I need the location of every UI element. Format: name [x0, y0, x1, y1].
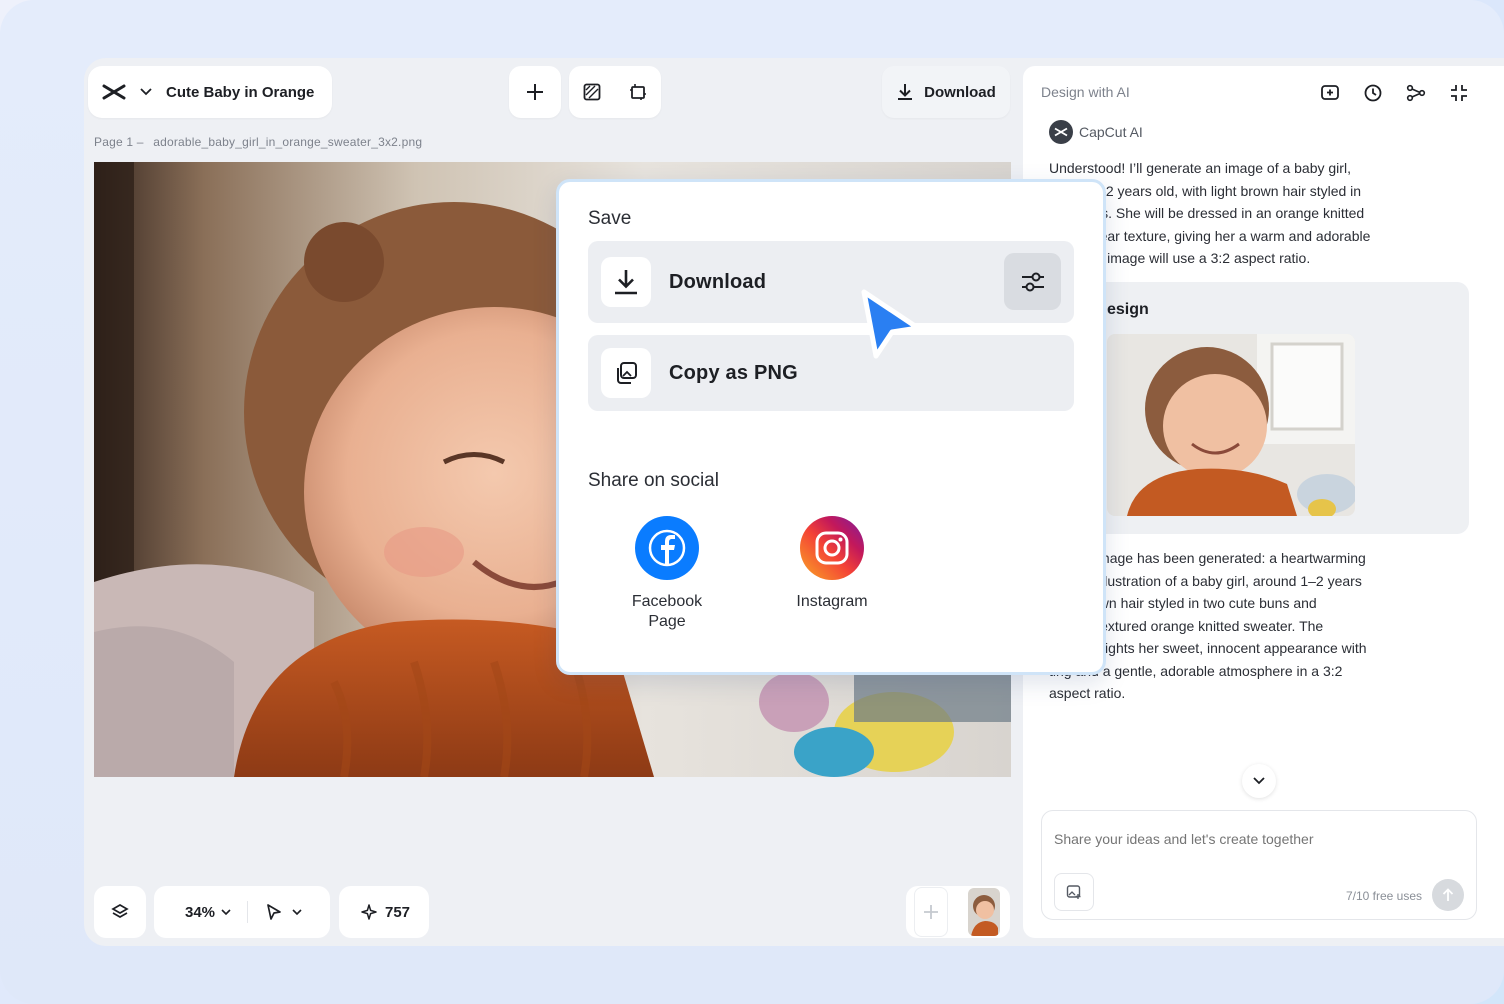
copy-png-option[interactable]: Copy as PNG — [588, 335, 1074, 411]
collapse-icon[interactable] — [1437, 80, 1480, 106]
save-section-title: Save — [588, 208, 632, 229]
plus-icon — [924, 905, 938, 919]
app-frame: Cute Baby in Orange Download Page 1 – ad… — [0, 0, 1504, 1004]
sliders-icon — [1021, 272, 1044, 291]
zoom-pointer-group: 34% — [154, 886, 330, 938]
sparkle-icon — [361, 904, 377, 920]
copy-icon-box — [601, 348, 651, 398]
design-thumbnail[interactable] — [1107, 334, 1355, 516]
copy-image-icon — [617, 362, 637, 384]
chevron-down-icon[interactable] — [292, 908, 302, 916]
layers-icon — [111, 904, 129, 918]
send-button[interactable] — [1432, 879, 1464, 911]
credits-count: 757 — [385, 903, 411, 921]
add-page-button[interactable] — [914, 887, 948, 937]
scroll-down-button[interactable] — [1242, 764, 1276, 798]
prompt-box: 7/10 free uses — [1041, 810, 1477, 920]
new-chat-icon[interactable] — [1308, 80, 1351, 106]
capcut-ai-icon — [1049, 120, 1073, 144]
panel-title: Design with AI — [1041, 84, 1130, 100]
share-flow-icon[interactable] — [1394, 80, 1437, 106]
download-option-label: Download — [669, 270, 767, 293]
arrow-up-icon — [1442, 888, 1454, 901]
panel-toolbar — [1308, 80, 1480, 106]
zoom-level[interactable]: 34% — [185, 904, 215, 921]
add-image-button[interactable] — [1054, 873, 1094, 911]
credits-button[interactable]: 757 — [339, 886, 429, 938]
background-remove-icon[interactable] — [583, 83, 601, 101]
chevron-down-icon[interactable] — [221, 908, 231, 916]
toolbar-divider — [247, 901, 249, 923]
history-icon[interactable] — [1351, 80, 1394, 106]
instagram-icon — [800, 516, 864, 580]
share-section-title: Share on social — [588, 470, 719, 491]
download-icon — [898, 84, 913, 100]
free-uses-counter: 7/10 free uses — [1345, 889, 1422, 903]
header-download-label: Download — [924, 83, 996, 101]
download-icon-box — [601, 257, 651, 307]
crop-resize-icon[interactable] — [629, 83, 647, 101]
download-icon — [615, 270, 637, 295]
save-share-dialog: Save Download Copy as PNG Share on socia… — [556, 179, 1106, 675]
pointer-tool-icon[interactable] — [266, 903, 282, 921]
document-title-bar: Cute Baby in Orange — [88, 66, 332, 118]
image-plus-icon — [1066, 885, 1081, 899]
design-label: esign — [1107, 301, 1149, 318]
facebook-label-line1: Facebook — [631, 593, 703, 610]
header-download-button[interactable]: Download — [882, 66, 1010, 118]
ai-assistant-badge: CapCut AI — [1049, 120, 1143, 144]
download-settings-button[interactable] — [1004, 253, 1061, 310]
plus-icon — [527, 84, 543, 100]
capcut-logo-icon[interactable] — [102, 83, 126, 101]
document-title[interactable]: Cute Baby in Orange — [166, 84, 314, 101]
ai-name: CapCut AI — [1079, 124, 1143, 140]
prompt-input[interactable] — [1054, 831, 1454, 847]
message-line: aspect ratio. — [1049, 685, 1126, 701]
breadcrumb: Page 1 – adorable_baby_girl_in_orange_sw… — [94, 135, 422, 149]
download-option[interactable]: Download — [588, 241, 1074, 323]
file-name: adorable_baby_girl_in_orange_sweater_3x2… — [153, 135, 423, 149]
facebook-label-line2: Page — [648, 613, 686, 630]
page-label: Page 1 – — [94, 135, 144, 149]
canvas-tools-group — [569, 66, 661, 118]
copy-png-label: Copy as PNG — [669, 361, 798, 384]
chevron-down-icon[interactable] — [140, 88, 152, 96]
message-line: Understood! I’ll generate an image of a … — [1049, 160, 1351, 176]
share-instagram[interactable]: Instagram — [782, 516, 882, 612]
instagram-label: Instagram — [796, 593, 868, 610]
add-button[interactable] — [509, 66, 561, 118]
pointer-cursor-icon — [858, 288, 924, 362]
layers-button[interactable] — [94, 886, 146, 938]
chevron-down-icon — [1253, 777, 1265, 785]
page-thumbnail[interactable] — [968, 888, 1000, 936]
pages-strip — [906, 886, 1010, 938]
facebook-icon — [635, 516, 699, 580]
share-facebook-page[interactable]: Facebook Page — [617, 516, 717, 632]
